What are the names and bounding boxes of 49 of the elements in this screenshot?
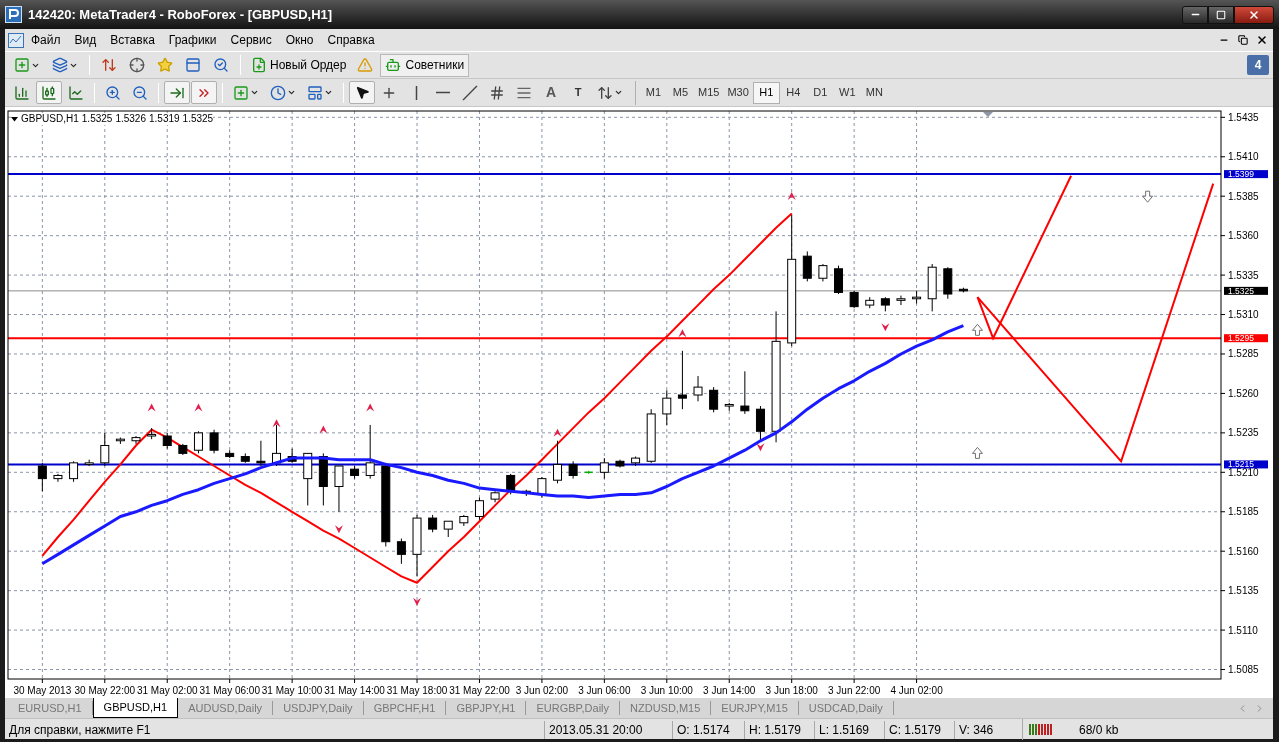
chart-price-value: 1.5325 bbox=[81, 113, 113, 125]
ref-line-label: 1.5399 bbox=[1228, 169, 1255, 180]
price-axis-label: 1.5185 bbox=[1228, 506, 1259, 518]
time-axis-label: 3 Jun 10:00 bbox=[640, 685, 693, 696]
price-axis-label: 1.5160 bbox=[1228, 545, 1259, 557]
window-title: 142420: MetaTrader4 - RoboForex - [GBPUSD,H1] bbox=[28, 5, 333, 24]
price-tag: 1.5325 bbox=[1224, 285, 1268, 296]
status-time: 2013.05.31 20:00 bbox=[544, 720, 672, 739]
price-axis-label: 1.5260 bbox=[1228, 387, 1259, 399]
price-axis-label: 1.5385 bbox=[1228, 190, 1259, 202]
chart-price-value: 1.5325 bbox=[182, 113, 214, 125]
time-axis-label: 3 Jun 02:00 bbox=[515, 685, 569, 696]
price-axis-label: 1.5435 bbox=[1228, 111, 1259, 123]
help-hint: Для справки, нажмите F1 bbox=[8, 721, 152, 739]
price-axis-label: 1.5135 bbox=[1228, 585, 1259, 597]
price-axis-label: 1.5310 bbox=[1228, 309, 1259, 321]
status-high: H: 1.5179 bbox=[744, 720, 814, 739]
price-tag: 1.5295 bbox=[1224, 333, 1268, 344]
time-axis-label: 30 May 22:00 bbox=[74, 685, 136, 696]
time-axis-label: 31 May 14:00 bbox=[324, 685, 385, 696]
ref-line-label: 1.5295 bbox=[1228, 333, 1255, 344]
time-axis-label: 3 Jun 22:00 bbox=[828, 685, 881, 696]
price-axis-label: 1.5410 bbox=[1228, 151, 1259, 163]
time-axis-label: 3 Jun 06:00 bbox=[578, 685, 631, 696]
time-axis-label: 3 Jun 14:00 bbox=[703, 685, 756, 696]
status-low: L: 1.5169 bbox=[814, 720, 884, 739]
status-volume: V: 346 bbox=[954, 720, 1022, 739]
price-axis-label: 1.5085 bbox=[1228, 664, 1259, 676]
chart-symbol: GBPUSD,H1 bbox=[21, 113, 79, 125]
time-axis-label: 31 May 06:00 bbox=[199, 685, 260, 696]
price-tag: 1.5399 bbox=[1224, 169, 1268, 180]
chart-price-value: 1.5319 bbox=[149, 113, 180, 125]
time-axis-label: 4 Jun 02:00 bbox=[890, 685, 943, 696]
price-axis-label: 1.5335 bbox=[1228, 269, 1259, 281]
time-axis-label: 31 May 18:00 bbox=[386, 685, 448, 696]
price-axis-label: 1.5110 bbox=[1228, 624, 1258, 636]
time-axis-label: 31 May 02:00 bbox=[136, 685, 198, 696]
price-axis-label: 1.5285 bbox=[1228, 348, 1259, 360]
status-close: C: 1.5179 bbox=[884, 720, 954, 739]
time-axis-label: 31 May 22:00 bbox=[449, 685, 510, 696]
chart-price-value: 1.5326 bbox=[115, 113, 146, 125]
time-axis-label: 30 May 2013 bbox=[13, 685, 72, 696]
price-axis-label: 1.5360 bbox=[1228, 230, 1259, 242]
time-axis-label: 31 May 10:00 bbox=[261, 685, 323, 696]
traffic-counter: 68/0 kb bbox=[1078, 721, 1119, 739]
status-open: O: 1.5174 bbox=[672, 720, 744, 739]
price-axis-label: 1.5235 bbox=[1228, 427, 1259, 439]
ref-line-label: 1.5325 bbox=[1228, 285, 1255, 296]
time-axis-label: 3 Jun 18:00 bbox=[765, 685, 818, 696]
